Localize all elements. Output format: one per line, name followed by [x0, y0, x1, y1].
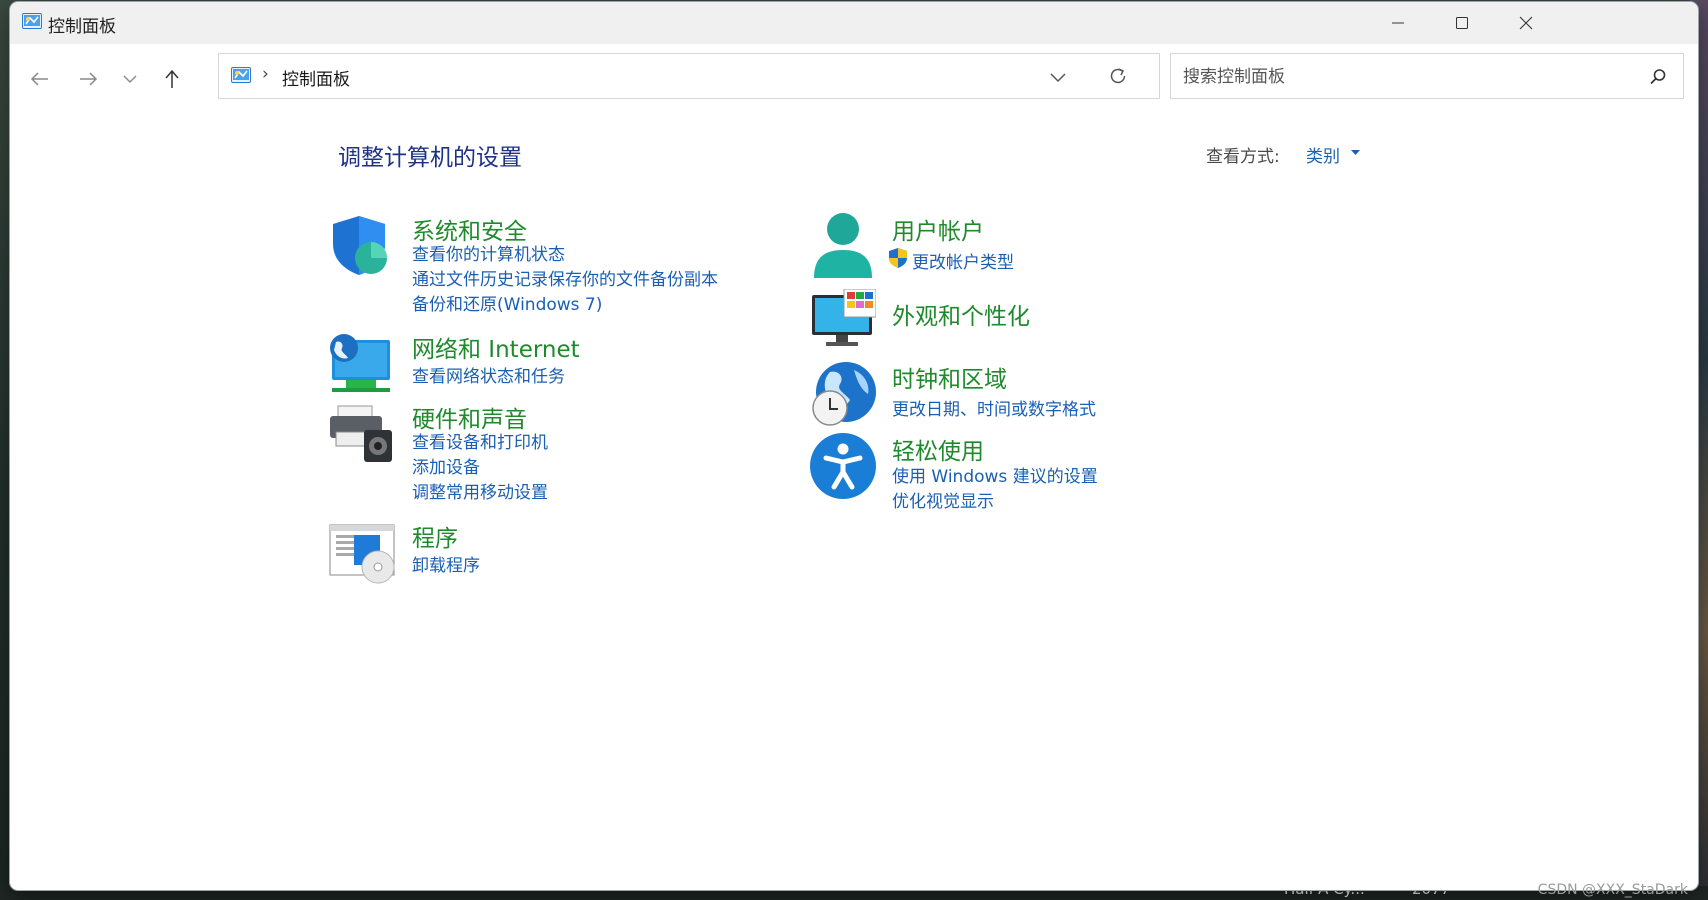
- control-panel-icon: [22, 13, 42, 35]
- address-dropdown-button[interactable]: [1049, 68, 1067, 87]
- page-title: 调整计算机的设置: [338, 145, 522, 171]
- breadcrumb-control-panel[interactable]: 控制面板: [282, 65, 350, 90]
- link-add-device[interactable]: 添加设备: [412, 453, 480, 478]
- monitor-palette-icon[interactable]: [810, 288, 877, 353]
- minimize-icon: [1392, 22, 1404, 24]
- view-by-dropdown[interactable]: 类别: [1306, 142, 1340, 167]
- window-title: 控制面板: [48, 17, 116, 37]
- forward-button[interactable]: [73, 64, 103, 94]
- user-icon[interactable]: [810, 212, 876, 284]
- arrow-up-icon: [165, 69, 179, 88]
- link-view-computer-status[interactable]: 查看你的计算机状态: [412, 240, 565, 265]
- programs-disc-icon[interactable]: [328, 519, 396, 589]
- close-button[interactable]: [1492, 2, 1560, 44]
- printer-speaker-icon[interactable]: [328, 400, 394, 470]
- control-panel-window: 控制面板 › 控制面板 搜索控制面板 调整计算机的设置 查看方式: 类别 系统和…: [10, 2, 1698, 890]
- refresh-icon: [1110, 68, 1126, 84]
- category-title-appearance[interactable]: 外观和个性化: [892, 297, 1030, 331]
- category-title-clock-region[interactable]: 时钟和区域: [892, 360, 1007, 394]
- link-mobility-settings[interactable]: 调整常用移动设置: [412, 478, 548, 503]
- category-title-network-internet[interactable]: 网络和 Internet: [412, 330, 580, 364]
- watermark-text: CSDN @XXX_StaDark: [1537, 882, 1688, 898]
- address-bar[interactable]: › 控制面板: [218, 53, 1160, 99]
- shield-icon[interactable]: [328, 212, 394, 282]
- link-change-date-time-format[interactable]: 更改日期、时间或数字格式: [892, 395, 1096, 420]
- search-icon[interactable]: [1649, 68, 1667, 90]
- chevron-down-icon: [123, 75, 137, 83]
- caret-down-icon[interactable]: [1351, 150, 1360, 156]
- link-network-status[interactable]: 查看网络状态和任务: [412, 362, 565, 387]
- link-change-account-type[interactable]: 更改帐户类型: [912, 248, 1014, 273]
- globe-clock-icon[interactable]: [810, 360, 878, 432]
- link-devices-printers[interactable]: 查看设备和打印机: [412, 428, 548, 453]
- accessibility-icon[interactable]: [810, 432, 878, 504]
- arrow-right-icon: [80, 72, 98, 86]
- breadcrumb-separator-icon[interactable]: ›: [262, 64, 269, 84]
- arrow-left-icon: [30, 72, 48, 86]
- close-icon: [1519, 16, 1533, 30]
- category-title-programs[interactable]: 程序: [412, 519, 458, 553]
- link-file-history-backup[interactable]: 通过文件历史记录保存你的文件备份副本: [412, 265, 718, 290]
- recent-locations-button[interactable]: [115, 64, 145, 94]
- refresh-button[interactable]: [1108, 66, 1128, 90]
- minimize-button[interactable]: [1364, 2, 1432, 44]
- maximize-icon: [1456, 17, 1468, 29]
- navigation-bar: › 控制面板: [10, 44, 1698, 108]
- search-box[interactable]: [1170, 53, 1684, 99]
- maximize-button[interactable]: [1428, 2, 1496, 44]
- up-button[interactable]: [157, 64, 187, 94]
- network-globe-icon[interactable]: [328, 330, 394, 400]
- category-title-ease-of-access[interactable]: 轻松使用: [892, 432, 984, 466]
- uac-shield-icon: [888, 247, 908, 273]
- search-input[interactable]: [1181, 62, 1625, 92]
- link-backup-restore[interactable]: 备份和还原(Windows 7): [412, 290, 602, 315]
- back-button[interactable]: [25, 64, 55, 94]
- category-title-user-accounts[interactable]: 用户帐户: [892, 212, 984, 246]
- link-uninstall-program[interactable]: 卸载程序: [412, 551, 480, 576]
- link-windows-suggested-settings[interactable]: 使用 Windows 建议的设置: [892, 462, 1098, 487]
- control-panel-icon: [230, 67, 252, 89]
- view-by-label: 查看方式:: [1206, 147, 1280, 167]
- chevron-down-icon: [1050, 73, 1066, 83]
- link-optimize-visual-display[interactable]: 优化视觉显示: [892, 487, 994, 512]
- title-bar[interactable]: 控制面板: [10, 2, 1698, 44]
